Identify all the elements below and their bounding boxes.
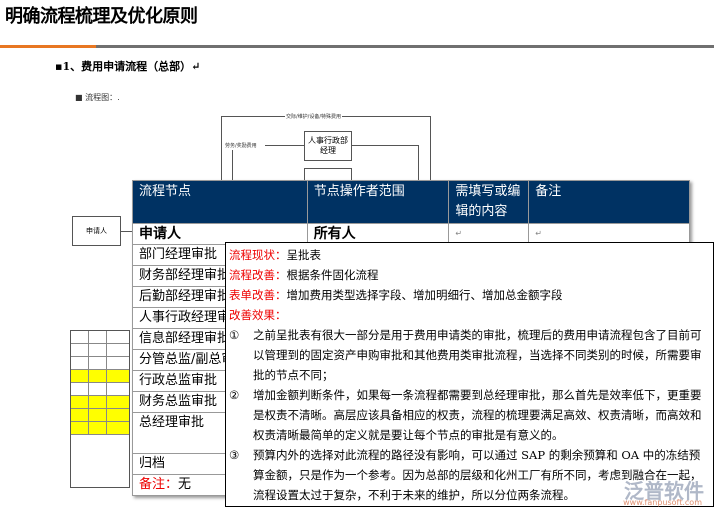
item-text: 增加金额判断条件，如果每一条流程都需要到总经理审批，那么首先是效率低下，更重要是…: [253, 388, 702, 442]
flow-top-label: 交际/维护/设备/特殊费用: [285, 113, 343, 120]
watermark-url: www.fanpusoft.com: [623, 498, 702, 507]
title-underline-accent: [0, 45, 96, 48]
note-value: 无: [178, 477, 192, 492]
header-note: 备注: [528, 180, 690, 224]
effect-label: 改善效果：: [229, 308, 287, 322]
item-text: 之前呈批表有很大一部分是用于费用申请类的审批，梳理后的费用申请流程包含了目前可以…: [253, 328, 702, 382]
flow-box-hr: 人事行政部经理: [304, 131, 352, 161]
effect-item: ② 增加金额判断条件，如果每一条流程都需要到总经理审批，那么首先是效率低下，更重要…: [229, 385, 710, 445]
improvement-callout: 流程现状：呈批表 流程改善：根据条件固化流程 表单改善：增加费用类型选择字段、增…: [225, 242, 714, 507]
page-title: 明确流程梳理及优化原则: [5, 6, 198, 27]
flow-side-label: 劳务/奖励费用: [224, 142, 258, 149]
form-label: 表单改善：: [229, 288, 287, 302]
table-header-row: 流程节点 节点操作者范围 需填写或编辑的内容 备注: [132, 180, 690, 224]
note-label: 备注：: [139, 477, 179, 492]
effect-item: ① 之前呈批表有很大一部分是用于费用申请类的审批，梳理后的费用申请流程包含了目前可…: [229, 325, 710, 385]
status-text: 呈批表: [286, 248, 322, 262]
item-number: ②: [229, 388, 240, 402]
item-number: ③: [229, 448, 240, 462]
flowchart-label: ■ 流程图：.: [75, 93, 120, 102]
form-text: 增加费用类型选择字段、增加明细行、增加总金额字段: [286, 288, 563, 302]
section-heading: ▪1、费用申请流程（总部）↵: [55, 60, 201, 73]
header-node: 流程节点: [132, 180, 308, 224]
improve-label: 流程改善：: [229, 268, 287, 282]
title-underline: [96, 45, 714, 48]
improve-text: 根据条件固化流程: [286, 268, 379, 282]
header-operator: 节点操作者范围: [306, 180, 450, 224]
status-label: 流程现状：: [229, 248, 287, 262]
fee-type-thumbnail-table: [70, 330, 130, 488]
header-content: 需填写或编辑的内容: [448, 180, 530, 224]
flow-box-applicant: 申请人: [72, 216, 121, 246]
item-number: ①: [229, 328, 240, 342]
